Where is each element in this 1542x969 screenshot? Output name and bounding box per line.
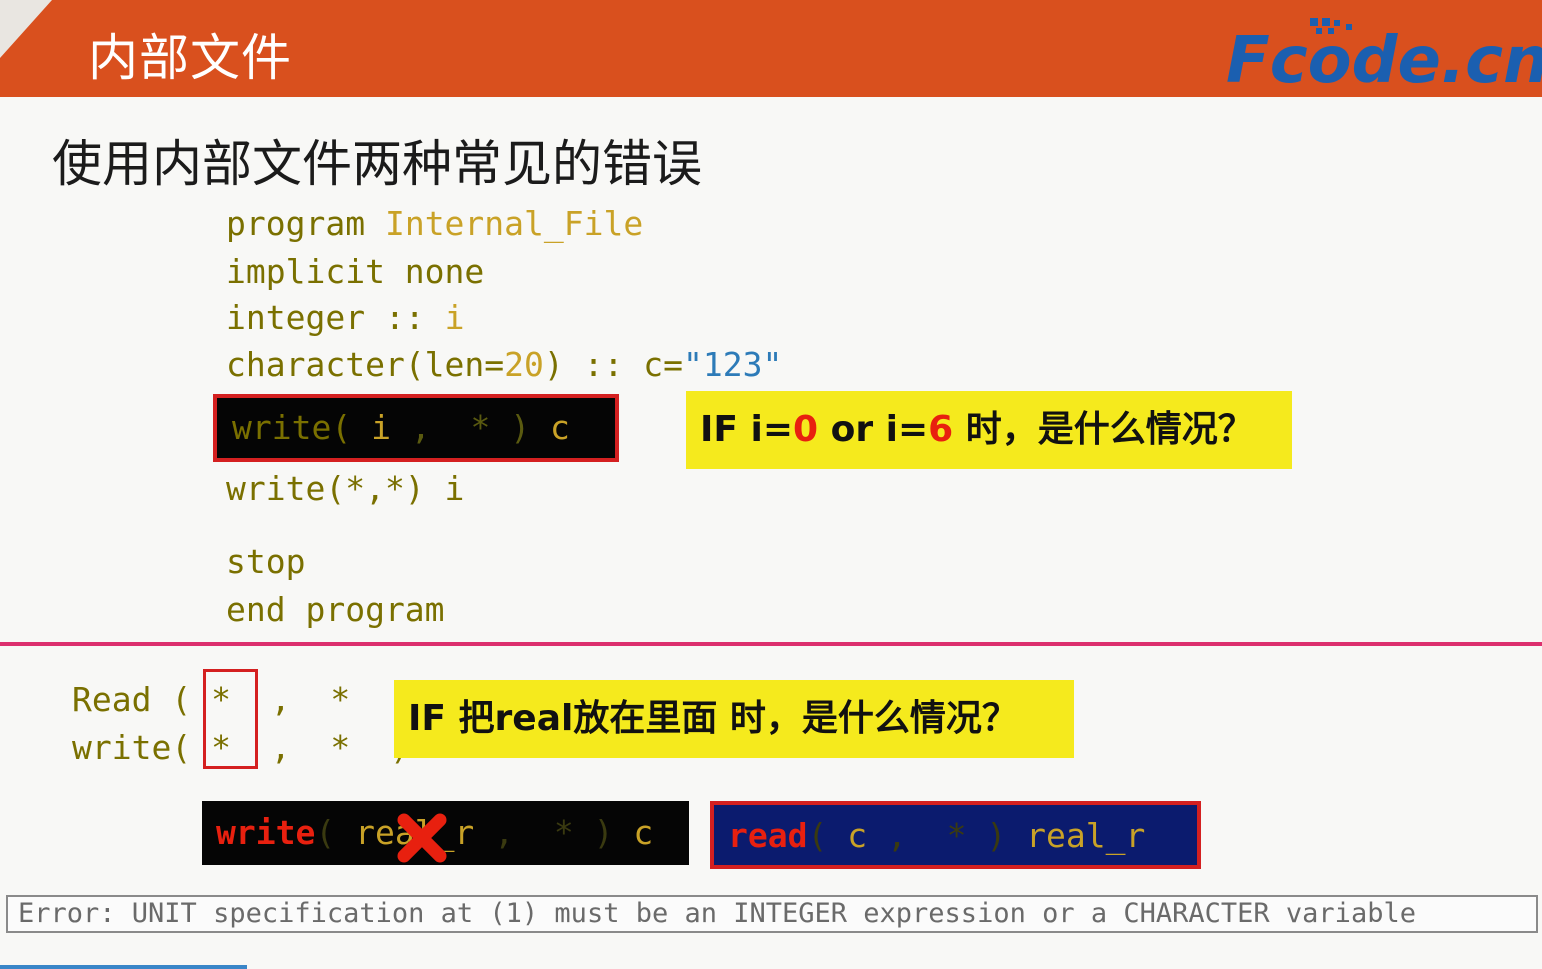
progress-accent-line: [0, 965, 247, 969]
code-var-i: i: [444, 298, 465, 337]
code-line-write: write(*,*) i: [226, 469, 465, 508]
bad-read-close: ): [986, 816, 1007, 855]
highlight-code-line: write( i , * ) c: [232, 408, 570, 448]
write-keyword: write: [72, 728, 172, 767]
red-x-icon: [397, 813, 447, 863]
section-divider: [0, 642, 1542, 646]
fcode-logo: Fcode.cn: [1226, 18, 1542, 88]
read-fmt-star: *: [330, 680, 351, 719]
bad-write-open: (: [315, 813, 336, 852]
code-len-value: 20: [504, 345, 544, 384]
hl-comma: ,: [410, 408, 431, 447]
code-line-program: program Internal_File: [226, 204, 643, 244]
hl-var-c: c: [549, 408, 570, 447]
logo-wordmark: Fcode.cn: [1226, 24, 1542, 88]
slide-title: 内部文件: [88, 29, 292, 87]
bad-read-kw: read: [728, 816, 808, 855]
code-line-end: end program: [226, 590, 445, 629]
hl-paren-open: (: [331, 408, 352, 447]
write-comma: ,: [270, 728, 291, 767]
read-keyword: Read: [72, 680, 152, 719]
code-decl: integer ::: [226, 298, 425, 337]
code-character-rest: ) :: c=: [543, 345, 683, 384]
hl-paren-close: ): [510, 408, 531, 447]
header-page-fold: [0, 0, 52, 58]
error-message-text: Error: UNIT specification at (1) must be…: [18, 898, 1416, 929]
section-heading: 使用内部文件两种常见的错误: [52, 135, 702, 193]
read-open-paren: (: [171, 680, 192, 719]
bad-read-c: c: [847, 816, 868, 855]
callout1-prefix: IF i=: [700, 409, 794, 450]
bad-write-c: c: [633, 813, 654, 852]
code-line-implicit: implicit none: [226, 252, 485, 291]
code-line-integer: integer :: i: [226, 298, 464, 338]
code-line-stop: stop: [226, 542, 306, 581]
bad-read-open: (: [807, 816, 828, 855]
code-line-character: character(len=20) :: c="123": [226, 345, 782, 385]
bad-read-var: real_r: [1026, 816, 1146, 855]
hl-star: *: [470, 408, 491, 447]
error-message-box: Error: UNIT specification at (1) must be…: [6, 895, 1538, 933]
callout1-value-0: 0: [793, 409, 819, 450]
read-comma: ,: [270, 680, 291, 719]
write-open-paren: (: [171, 728, 192, 767]
bad-write-close: ): [593, 813, 614, 852]
bad-read-comma: ,: [886, 816, 907, 855]
bad-write-star: *: [553, 813, 574, 852]
bad-read-star: *: [946, 816, 967, 855]
code-string-literal: "123": [682, 345, 783, 384]
code-program-name: Internal_File: [384, 204, 644, 243]
callout-question-real: IF 把real放在里面 时，是什么情况？: [394, 680, 1074, 758]
callout1-mid: or i=: [818, 409, 929, 450]
callout1-value-6: 6: [928, 409, 954, 450]
bad-write-comma: ,: [494, 813, 515, 852]
write-fmt-star: *: [330, 728, 351, 767]
hl-var-i: i: [371, 408, 391, 447]
unit-highlight-box: [203, 669, 258, 769]
bad-read-code: read( c , * ) real_r: [728, 816, 1145, 856]
callout-question-i: IF i=0 or i=6 时，是什么情况？: [686, 391, 1292, 469]
callout1-suffix: 时，是什么情况？: [953, 409, 1254, 450]
code-character-decl: character(len=: [226, 345, 505, 384]
hl-write-kw: write: [232, 408, 332, 447]
bad-write-kw: write: [216, 813, 316, 852]
code-keyword: program: [226, 204, 366, 243]
